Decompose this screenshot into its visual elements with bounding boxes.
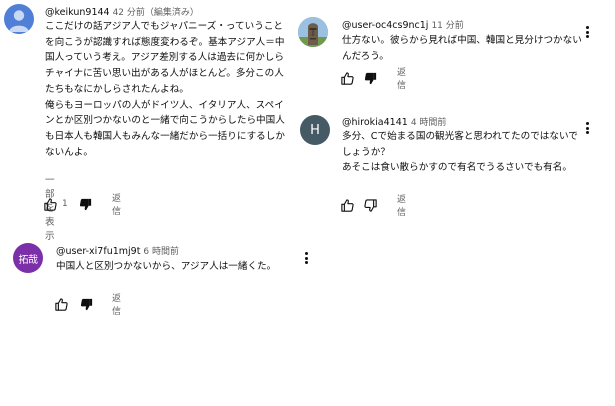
- comment-timestamp[interactable]: 4 時間前: [411, 118, 447, 128]
- thumbs-down-icon[interactable]: [78, 197, 93, 212]
- avatar-initial: H: [310, 122, 320, 138]
- reply-button[interactable]: 返信: [112, 291, 121, 317]
- comment-timestamp[interactable]: 42 分前（編集済み）: [113, 8, 199, 18]
- comment-timestamp[interactable]: 6 時間前: [143, 247, 179, 257]
- avatar[interactable]: 拓哉: [13, 243, 43, 273]
- like-count: 1: [62, 199, 68, 209]
- comment-text: 仕方ない。彼らから見れば中国、韓国と見分けつかないんだろう。: [342, 35, 582, 62]
- comment-author[interactable]: @keikun9144: [45, 7, 110, 18]
- comment-timestamp[interactable]: 11 分前: [431, 21, 463, 31]
- thumbs-up-icon[interactable]: [54, 297, 69, 312]
- person-silhouette-icon: [9, 10, 29, 32]
- thumbs-up-icon[interactable]: [340, 71, 355, 86]
- comment-author[interactable]: @user-oc4cs9nc1j: [342, 20, 428, 31]
- more-options-icon[interactable]: [582, 24, 592, 40]
- comment-author[interactable]: @hirokia4141: [342, 117, 408, 128]
- reply-button[interactable]: 返信: [397, 65, 406, 91]
- thumbs-down-icon[interactable]: [363, 71, 378, 86]
- comment-author[interactable]: @user-xi7fu1mj9t: [56, 246, 140, 257]
- moai-statue-icon: [298, 17, 328, 47]
- reply-button[interactable]: 返信: [397, 192, 406, 218]
- reply-button[interactable]: 返信: [112, 191, 121, 217]
- thumbs-down-icon[interactable]: [363, 198, 378, 213]
- thumbs-down-icon[interactable]: [79, 297, 94, 312]
- avatar[interactable]: H: [300, 115, 330, 145]
- avatar[interactable]: [4, 4, 34, 34]
- comment-text: ここだけの話アジア人でもジャパニーズ・っていうことを向こうが認識すれば態度変わる…: [45, 21, 285, 158]
- comment-text: 多分、Cで始まる国の観光客と思われてたのではないでしょうか？ あそこは食い散らか…: [342, 131, 578, 174]
- thumbs-up-icon[interactable]: [43, 197, 58, 212]
- avatar[interactable]: [298, 17, 328, 47]
- more-options-icon[interactable]: [582, 120, 592, 136]
- avatar-label: 拓哉: [18, 254, 39, 266]
- thumbs-up-icon[interactable]: [340, 198, 355, 213]
- comment-text: 中国人と区別つかないから、アジア人は一緒くた。: [56, 261, 277, 272]
- more-options-icon[interactable]: [301, 250, 311, 266]
